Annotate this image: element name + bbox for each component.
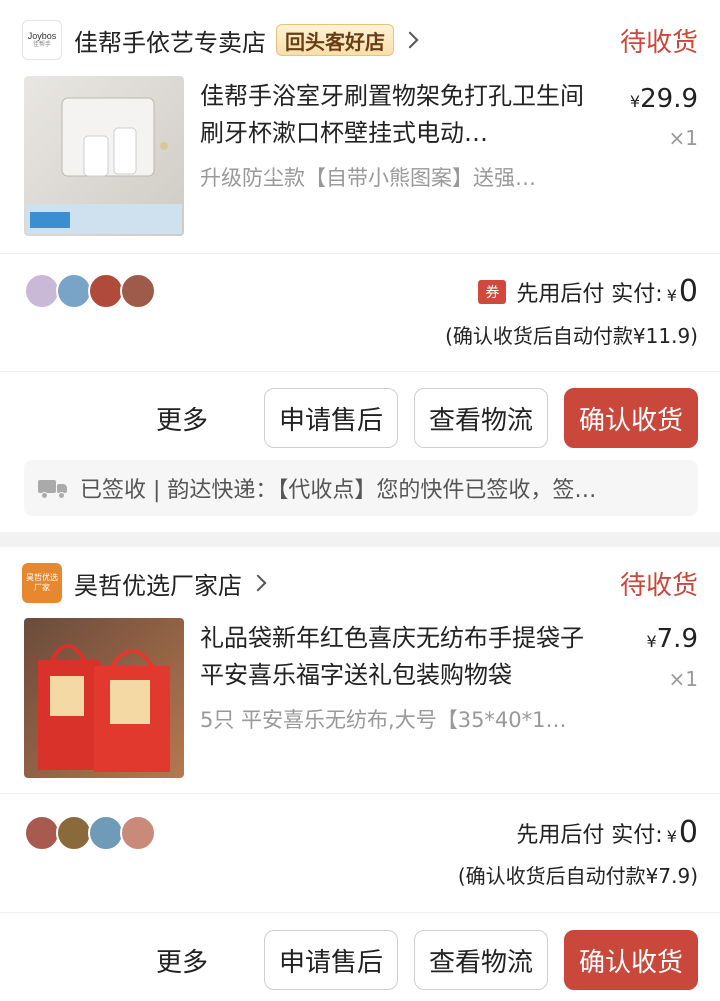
- auto-pay-note: (确认收货后自动付款¥7.9): [457, 864, 698, 888]
- payment-line: 先用后付 实付: ¥0: [516, 815, 698, 850]
- after-sale-button[interactable]: 申请售后: [263, 388, 398, 448]
- truck-icon: [38, 478, 68, 499]
- chevron-right-icon[interactable]: [401, 31, 419, 49]
- logistics-bar[interactable]: 已签收 | 韵达快递：【代收点】您的快件已签收，签…: [24, 460, 698, 516]
- product-spec: 升级防尘款【自带小熊图案】送强…: [200, 166, 536, 190]
- more-button[interactable]: 更多: [156, 400, 208, 437]
- store-header[interactable]: 昊哲优选 厂家 昊哲优选厂家店 待收货: [22, 563, 698, 603]
- store-name[interactable]: 昊哲优选厂家店: [74, 566, 242, 601]
- product-price: ¥7.9: [646, 624, 698, 654]
- product-spec: 5只 平安喜乐无纺布,大号【35*40*1…: [200, 708, 567, 732]
- product-quantity: ×1: [668, 667, 698, 691]
- paid-amount: ¥0: [666, 815, 698, 850]
- product-quantity: ×1: [668, 126, 698, 150]
- chevron-right-icon[interactable]: [249, 574, 267, 592]
- store-name[interactable]: 佳帮手依艺专卖店: [74, 23, 266, 58]
- view-logistics-button[interactable]: 查看物流: [413, 930, 548, 990]
- logistics-text: 已签收 | 韵达快递：【代收点】您的快件已签收，签…: [80, 478, 597, 503]
- divider: [0, 793, 720, 794]
- product-image[interactable]: [24, 76, 184, 236]
- avatar: [56, 273, 92, 309]
- avatar: [24, 273, 60, 309]
- order-status: 待收货: [619, 27, 698, 58]
- avatar: [120, 815, 156, 851]
- order-actions: 更多 申请售后 查看物流 确认收货: [156, 930, 698, 990]
- product-title[interactable]: 佳帮手浴室牙刷置物架免打孔卫生间刷牙杯漱口杯壁挂式电动…: [200, 78, 605, 152]
- avatar: [88, 815, 124, 851]
- paid-amount: ¥0: [666, 274, 698, 309]
- store-logo: Joybos 佳帮手: [22, 20, 62, 60]
- product-title[interactable]: 礼品袋新年红色喜庆无纺布手提袋子平安喜乐福字送礼包装购物袋: [200, 620, 605, 694]
- avatar: [56, 815, 92, 851]
- divider: [0, 253, 720, 254]
- avatar: [24, 815, 60, 851]
- confirm-receipt-button[interactable]: 确认收货: [563, 930, 698, 990]
- product-image[interactable]: [24, 618, 184, 778]
- order-card: 昊哲优选 厂家 昊哲优选厂家店 待收货 礼品袋新年红色喜庆无纺布手提袋子平安喜乐…: [0, 547, 720, 1001]
- more-button[interactable]: 更多: [156, 942, 208, 979]
- store-badge: 回头客好店: [276, 24, 394, 56]
- payment-line: 券 先用后付 实付: ¥0: [478, 274, 698, 309]
- product-price: ¥29.9: [629, 84, 698, 114]
- avatar: [120, 273, 156, 309]
- divider: [0, 371, 720, 372]
- buyer-avatars: [24, 273, 156, 309]
- buyer-avatars: [24, 815, 156, 851]
- order-card: Joybos 佳帮手 佳帮手依艺专卖店 回头客好店 待收货 佳帮手浴室牙刷置物架…: [0, 0, 720, 532]
- divider: [0, 912, 720, 913]
- order-status: 待收货: [619, 570, 698, 601]
- after-sale-button[interactable]: 申请售后: [263, 930, 398, 990]
- avatar: [88, 273, 124, 309]
- coupon-icon: 券: [478, 279, 507, 304]
- confirm-receipt-button[interactable]: 确认收货: [563, 388, 698, 448]
- store-header[interactable]: Joybos 佳帮手 佳帮手依艺专卖店 回头客好店 待收货: [22, 20, 698, 60]
- auto-pay-note: (确认收货后自动付款¥11.9): [445, 324, 698, 348]
- view-logistics-button[interactable]: 查看物流: [413, 388, 548, 448]
- order-actions: 更多 申请售后 查看物流 确认收货: [156, 388, 698, 448]
- store-logo: 昊哲优选 厂家: [22, 563, 62, 603]
